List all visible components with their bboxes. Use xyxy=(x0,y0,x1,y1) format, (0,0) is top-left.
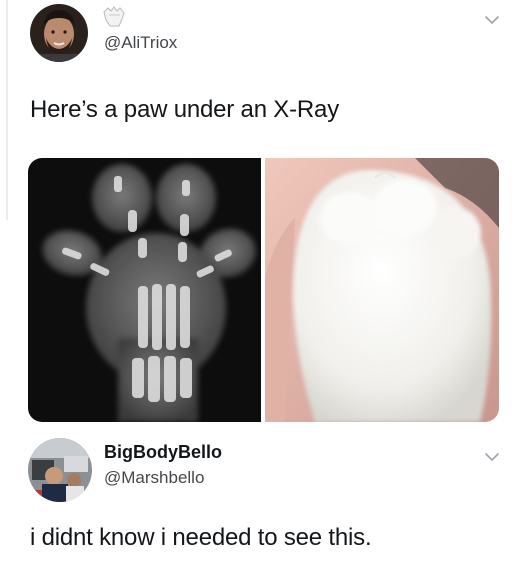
paw-xray-image[interactable] xyxy=(28,158,261,422)
chevron-down-icon[interactable] xyxy=(484,450,500,462)
reply-tweet[interactable]: BigBodyBello @Marshbello i didnt know i … xyxy=(0,430,526,571)
user-handle[interactable]: @Marshbello xyxy=(104,468,204,488)
cat-paw-photo[interactable] xyxy=(265,158,499,422)
tweet-text: Here’s a paw under an X-Ray xyxy=(30,96,339,123)
display-name[interactable]: BigBodyBello xyxy=(104,442,222,463)
tweet-media[interactable] xyxy=(28,158,499,422)
chevron-down-icon[interactable] xyxy=(484,13,500,25)
original-tweet[interactable]: @AliTriox Here’s a paw under an X-Ray xyxy=(0,0,526,430)
avatar[interactable] xyxy=(30,4,88,62)
user-handle[interactable]: @AliTriox xyxy=(104,33,177,53)
avatar[interactable] xyxy=(28,438,92,502)
tweet-text: i didnt know i needed to see this. xyxy=(30,524,372,551)
fist-emoji-icon xyxy=(100,6,130,28)
